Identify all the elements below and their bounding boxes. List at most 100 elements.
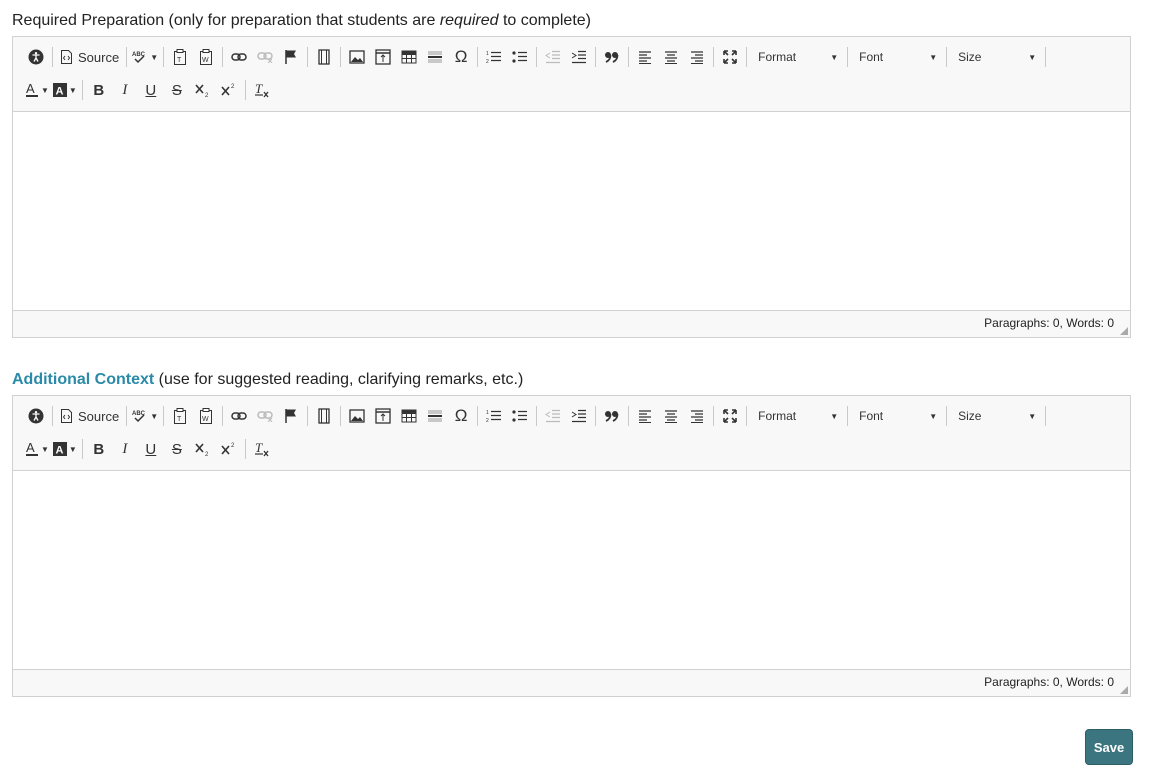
svg-text:A: A [26, 441, 35, 455]
align-left-icon[interactable] [632, 403, 658, 429]
strikethrough-button[interactable]: S [164, 436, 190, 462]
align-right-icon[interactable] [684, 403, 710, 429]
link-icon[interactable] [226, 403, 252, 429]
paste-text-icon[interactable]: T [167, 44, 193, 70]
indent-icon[interactable] [566, 44, 592, 70]
spellcheck-button[interactable]: ABC ▼ [130, 44, 160, 70]
font-dropdown[interactable]: Font ▼ [851, 44, 943, 70]
format-label: Format [758, 409, 797, 423]
source-button[interactable]: Source [56, 403, 123, 429]
background-color-icon: A [52, 442, 67, 457]
template-icon[interactable] [370, 403, 396, 429]
special-char-icon[interactable]: Ω [448, 44, 474, 70]
maximize-icon[interactable] [717, 403, 743, 429]
subscript-icon[interactable]: 2 [190, 436, 216, 462]
outdent-icon[interactable] [540, 403, 566, 429]
svg-text:A: A [55, 445, 63, 457]
numbered-list-icon[interactable]: 12 [481, 44, 507, 70]
resize-handle-icon[interactable] [1120, 327, 1128, 335]
toolbar-row-2: A ▼ A ▼ B I U S 2 2 T [23, 76, 275, 104]
align-left-icon[interactable] [632, 44, 658, 70]
blockquote-icon[interactable] [599, 403, 625, 429]
bulleted-list-icon[interactable] [507, 44, 533, 70]
italic-button[interactable]: I [112, 77, 138, 103]
bold-button[interactable]: B [86, 436, 112, 462]
size-dropdown[interactable]: Size ▼ [950, 44, 1042, 70]
resize-handle-icon[interactable] [1120, 686, 1128, 694]
background-color-button[interactable]: A ▼ [51, 436, 79, 462]
indent-icon[interactable] [566, 403, 592, 429]
superscript-icon[interactable]: 2 [216, 77, 242, 103]
size-label: Size [958, 50, 982, 64]
font-dropdown[interactable]: Font ▼ [851, 403, 943, 429]
text-color-button[interactable]: A ▼ [23, 77, 51, 103]
background-color-button[interactable]: A ▼ [51, 77, 79, 103]
horizontal-rule-icon[interactable] [422, 403, 448, 429]
svg-text:W: W [202, 57, 209, 64]
chevron-down-icon: ▼ [830, 411, 839, 421]
additional-context-editor: Source ABC ▼ T W Ω 12 Format ▼ Font ▼ Si… [12, 395, 1131, 697]
special-char-icon[interactable]: Ω [448, 403, 474, 429]
anchor-icon[interactable] [278, 403, 304, 429]
paste-word-icon[interactable]: W [193, 44, 219, 70]
svg-text:2: 2 [486, 59, 489, 64]
strikethrough-button[interactable]: S [164, 77, 190, 103]
svg-text:2: 2 [486, 418, 489, 423]
spellcheck-button[interactable]: ABC ▼ [130, 403, 160, 429]
unlink-icon[interactable] [252, 403, 278, 429]
background-color-icon: A [52, 83, 67, 97]
text-color-icon: A [26, 82, 38, 97]
svg-text:1: 1 [486, 51, 489, 57]
video-icon[interactable] [311, 44, 337, 70]
remove-format-icon[interactable]: T [249, 77, 275, 103]
save-button[interactable]: Save [1085, 729, 1133, 765]
svg-text:1: 1 [486, 410, 489, 416]
accessibility-icon[interactable] [23, 44, 49, 70]
template-icon[interactable] [370, 44, 396, 70]
blockquote-icon[interactable] [599, 44, 625, 70]
underline-button[interactable]: U [138, 436, 164, 462]
maximize-icon[interactable] [717, 44, 743, 70]
editor-toolbar: Source ABC ▼ T W Ω 12 Format ▼ Font ▼ Si… [13, 396, 1130, 471]
editor-content-area[interactable] [13, 471, 1130, 671]
table-icon[interactable] [396, 44, 422, 70]
italic-button[interactable]: I [112, 436, 138, 462]
outdent-icon[interactable] [540, 44, 566, 70]
image-icon[interactable] [344, 44, 370, 70]
editor-statusbar: Paragraphs: 0, Words: 0 [13, 669, 1130, 696]
horizontal-rule-icon[interactable] [422, 44, 448, 70]
editor-content-area[interactable] [13, 112, 1130, 312]
size-dropdown[interactable]: Size ▼ [950, 403, 1042, 429]
source-icon [61, 50, 72, 64]
image-icon[interactable] [344, 403, 370, 429]
accessibility-icon[interactable] [23, 403, 49, 429]
paste-text-icon[interactable]: T [167, 403, 193, 429]
link-icon[interactable] [226, 44, 252, 70]
remove-format-icon[interactable]: T [249, 436, 275, 462]
source-label: Source [78, 408, 120, 424]
numbered-list-icon[interactable]: 12 [481, 403, 507, 429]
source-button[interactable]: Source [56, 44, 123, 70]
superscript-icon[interactable]: 2 [216, 436, 242, 462]
bold-button[interactable]: B [86, 77, 112, 103]
svg-text:A: A [26, 82, 35, 96]
additional-context-label: Additional Context (use for suggested re… [12, 371, 524, 388]
unlink-icon[interactable] [252, 44, 278, 70]
align-right-icon[interactable] [684, 44, 710, 70]
align-center-icon[interactable] [658, 44, 684, 70]
format-label: Format [758, 50, 797, 64]
svg-text:W: W [202, 416, 209, 423]
bulleted-list-icon[interactable] [507, 403, 533, 429]
anchor-icon[interactable] [278, 44, 304, 70]
subscript-icon[interactable]: 2 [190, 77, 216, 103]
text-color-button[interactable]: A ▼ [23, 436, 51, 462]
svg-text:2: 2 [205, 452, 209, 456]
format-dropdown[interactable]: Format ▼ [750, 44, 844, 70]
video-icon[interactable] [311, 403, 337, 429]
word-count: Paragraphs: 0, Words: 0 [984, 316, 1114, 330]
underline-button[interactable]: U [138, 77, 164, 103]
paste-word-icon[interactable]: W [193, 403, 219, 429]
format-dropdown[interactable]: Format ▼ [750, 403, 844, 429]
align-center-icon[interactable] [658, 403, 684, 429]
table-icon[interactable] [396, 403, 422, 429]
